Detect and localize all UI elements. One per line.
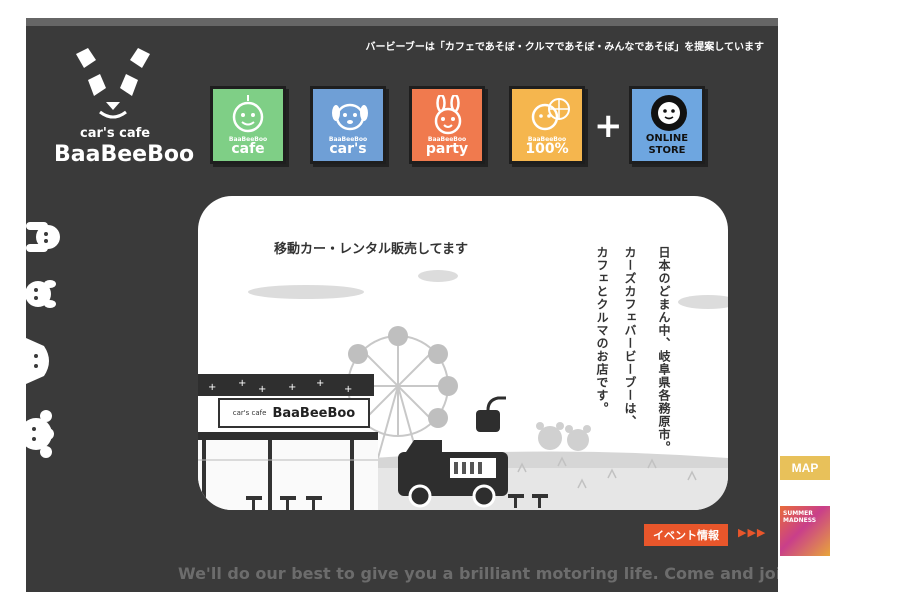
hero-illustration[interactable]: + + + + + + 移動カー・レンタル販売してます 日本のどまん中、岐阜県各…	[198, 196, 728, 510]
svg-text:+: +	[258, 384, 266, 395]
tile-label-online-store: ONLINE STORE	[646, 133, 688, 157]
lion-icon	[651, 95, 687, 131]
hero-vertical-text-2: カーズカフェバービーブーは、	[623, 246, 637, 428]
summer-banner-label: SUMMER MADNESS	[783, 510, 817, 524]
plus-sign: +	[594, 106, 623, 146]
side-cat-icon[interactable]	[26, 334, 54, 388]
food-truck	[398, 396, 508, 508]
side-lion-icon[interactable]	[26, 404, 54, 464]
top-strip	[26, 18, 778, 26]
nav-tile-100[interactable]: BaaBeeBoo 100%	[509, 86, 585, 164]
svg-text:+: +	[288, 382, 296, 393]
logo-subtitle: car's cafe	[80, 126, 151, 141]
nav-tile-cars[interactable]: BaaBeeBoo car's	[310, 86, 386, 164]
tile-label-100: 100%	[525, 141, 569, 157]
tile-label-cafe: cafe	[231, 141, 265, 157]
store-line2: STORE	[648, 145, 686, 156]
logo[interactable]: car's cafe BaaBeeBoo	[48, 46, 194, 170]
event-arrows-icon[interactable]: ▶▶▶	[738, 526, 766, 539]
event-info-button[interactable]: イベント情報	[644, 524, 728, 546]
bear-globe-icon	[531, 98, 570, 131]
tile-label-party: party	[425, 141, 469, 157]
svg-text:+: +	[238, 378, 246, 389]
tile-label-cars: car's	[329, 141, 367, 157]
hero-caption: 移動カー・レンタル販売してます	[274, 242, 468, 257]
svg-text:+: +	[316, 378, 324, 389]
main-panel: バービーブーは「カフェであそぼ・クルマであそぼ・みんなであそぼ」を提案しています…	[26, 18, 778, 592]
shop-sign: car's cafe BaaBeeBoo	[218, 398, 370, 428]
store-line1: ONLINE	[645, 133, 689, 144]
panda-logo-icon	[76, 48, 150, 119]
svg-text:+: +	[208, 382, 216, 393]
page: バービーブーは「カフェであそぼ・クルマであそぼ・みんなであそぼ」を提案しています…	[0, 0, 900, 600]
rabbit-icon	[434, 95, 462, 135]
footer-slogan: We'll do our best to give you a brillian…	[178, 564, 778, 583]
hero-vertical-text-3: カフェとクルマのお店です。	[595, 246, 609, 415]
logo-title: BaaBeeBoo	[54, 142, 195, 167]
side-dog-icon[interactable]	[26, 274, 58, 314]
robot-icon	[232, 95, 264, 133]
dog-icon	[332, 103, 368, 131]
nav-tile-cafe[interactable]: BaaBeeBoo cafe	[210, 86, 286, 164]
map-button[interactable]: MAP	[780, 456, 830, 480]
side-rabbit-icon[interactable]	[26, 216, 66, 258]
shop-sign-small: car's cafe	[232, 409, 267, 417]
header-tagline: バービーブーは「カフェであそぼ・クルマであそぼ・みんなであそぼ」を提案しています	[365, 42, 765, 53]
summer-madness-banner[interactable]: SUMMER MADNESS	[780, 506, 830, 556]
nav-tile-party[interactable]: BaaBeeBoo party	[409, 86, 485, 164]
svg-text:+: +	[344, 384, 352, 395]
shop-sign-big: BaaBeeBoo	[272, 405, 356, 421]
hero-vertical-text-1: 日本のどまん中、岐阜県各務原市。	[657, 246, 671, 454]
panda-figures	[536, 422, 591, 451]
nav-tile-online-store[interactable]: ONLINE STORE	[629, 86, 705, 164]
